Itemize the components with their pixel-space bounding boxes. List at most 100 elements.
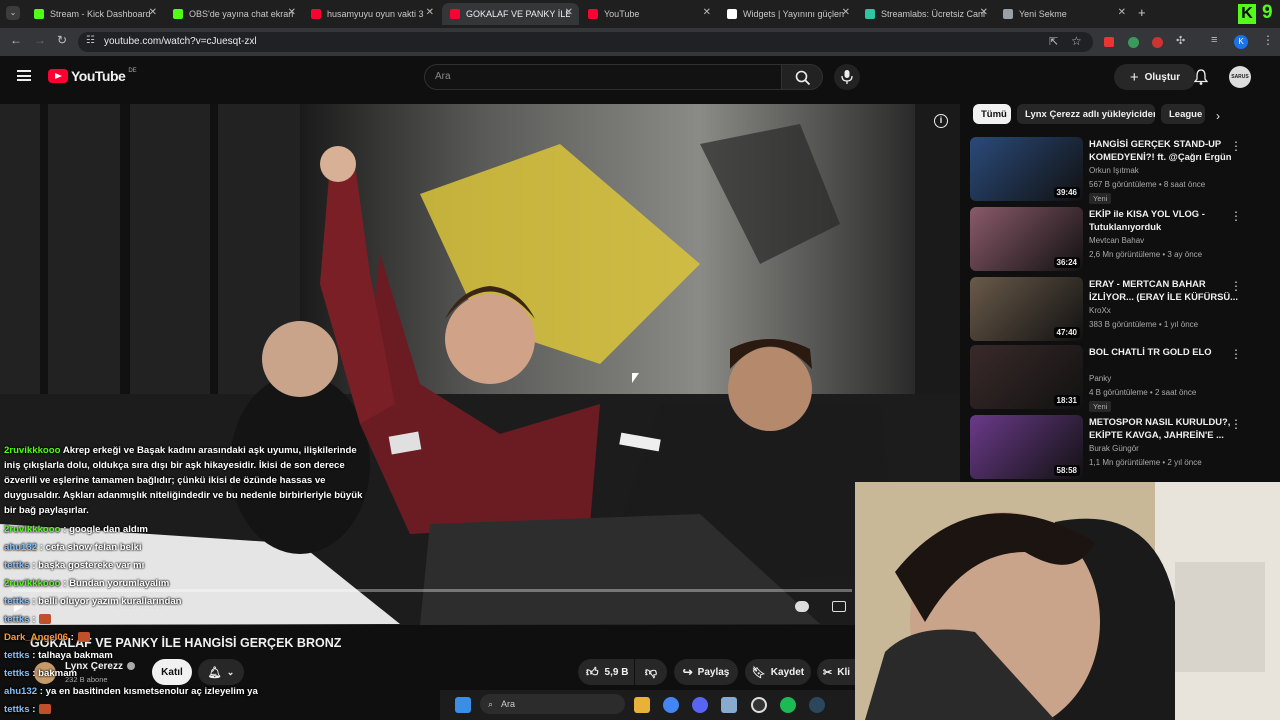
autoplay-toggle-icon[interactable]	[795, 601, 809, 612]
voice-search-button[interactable]	[834, 64, 860, 90]
extension-green-icon[interactable]	[1128, 37, 1139, 48]
spotify-icon[interactable]	[780, 697, 796, 713]
chrome-icon[interactable]	[663, 697, 679, 713]
new-tab-button[interactable]: +	[1138, 5, 1146, 20]
recommendation-title[interactable]: METOSPOR NASIL KURULDU?, EKİPTE KAVGA, J…	[1089, 415, 1239, 441]
close-tab-icon[interactable]: ✕	[1118, 7, 1126, 18]
join-button[interactable]: Katıl	[152, 659, 192, 685]
extension-record-icon[interactable]	[1152, 37, 1163, 48]
file-explorer-icon[interactable]	[634, 697, 650, 713]
search-button[interactable]	[781, 64, 823, 90]
tab-favicon-icon	[588, 9, 598, 19]
recommendation-item[interactable]: 58:58 METOSPOR NASIL KURULDU?, EKİPTE KAV…	[970, 415, 1262, 479]
video-frame	[0, 104, 960, 625]
recommendation-thumbnail[interactable]: 39:46	[970, 137, 1083, 201]
app-icon[interactable]	[721, 697, 737, 713]
extensions-puzzle-icon[interactable]: ✣	[1176, 34, 1185, 47]
close-tab-icon[interactable]: ✕	[426, 7, 434, 18]
filter-chip[interactable]: Lynx Çerezz adlı yükleyiciden	[1017, 104, 1155, 124]
youtube-logo-text: YouTube	[71, 68, 126, 84]
hamburger-menu-icon[interactable]	[17, 70, 31, 81]
browser-tab[interactable]: Streamlabs: Ücretsiz Canl ✕	[857, 3, 994, 25]
close-tab-icon[interactable]: ✕	[842, 7, 850, 18]
browser-tab[interactable]: Stream - Kick Dashboard ✕	[26, 3, 163, 25]
profile-avatar[interactable]: K	[1234, 35, 1248, 49]
install-app-icon[interactable]: ⇱	[1049, 35, 1058, 48]
recommendation-thumbnail[interactable]: 36:24	[970, 207, 1083, 271]
youtube-logo[interactable]: YouTube DE	[48, 68, 137, 84]
taskbar-search[interactable]: ⌕ Ara	[480, 694, 625, 714]
notifications-bell-icon[interactable]	[1194, 69, 1208, 85]
video-info-icon[interactable]: i	[934, 114, 948, 128]
discord-icon[interactable]	[692, 697, 708, 713]
recommendation-item[interactable]: 36:24 EKİP ile KISA YOL VLOG - Tutuklanıy…	[970, 207, 1262, 271]
video-progress-bar[interactable]	[12, 589, 852, 592]
filter-chip[interactable]: Tümü	[973, 104, 1011, 124]
chat-message: tettks : başka gostereke var mı	[4, 560, 144, 571]
browser-tab[interactable]: Widgets | Yayınını güçlen ✕	[719, 3, 856, 25]
filter-chip[interactable]: League o	[1161, 104, 1205, 124]
more-options-icon[interactable]: ⋮	[1230, 347, 1242, 361]
recommendation-channel[interactable]: Panky	[1089, 374, 1111, 383]
browser-tab[interactable]: OBS'de yayına chat ekran ✕	[165, 3, 302, 25]
browser-tab[interactable]: husamyuyu oyun vakti 3 ✕	[303, 3, 440, 25]
share-button[interactable]: ↪ Paylaş	[674, 659, 738, 685]
bookmark-star-icon[interactable]: ☆	[1071, 34, 1082, 48]
subtitles-icon[interactable]	[832, 601, 846, 612]
bell-icon: 🔔︎	[207, 666, 222, 679]
more-options-icon[interactable]: ⋮	[1230, 209, 1242, 223]
recommendation-item[interactable]: 18:31 BOL CHATLİ TR GOLD ELO Panky 4 B görü…	[970, 345, 1262, 412]
browser-tab[interactable]: GOKALAF VE PANKY İLE H ✕	[442, 3, 579, 25]
forward-arrow-icon[interactable]: →	[34, 33, 46, 47]
recommendation-channel[interactable]: Orkun Işıtmak	[1089, 166, 1139, 175]
video-player[interactable]: i 0:00 / 40:09	[0, 104, 960, 625]
create-button[interactable]: + Oluştur	[1114, 64, 1196, 90]
subscribe-notifications-button[interactable]: 🔔︎ ⌄	[198, 659, 244, 685]
save-button[interactable]: 🔖︎ Kaydet	[745, 659, 811, 685]
recommendation-channel[interactable]: Mevtcan Bahav	[1089, 236, 1144, 245]
recommendation-title[interactable]: HANGİSİ GERÇEK STAND-UP KOMEDYENİ?! ft. …	[1089, 137, 1239, 163]
tab-search-chevron-icon[interactable]: ⌄	[6, 6, 20, 20]
recommendation-item[interactable]: 47:40 ERAY - MERTCAN BAHAR İZLİYOR... (ER…	[970, 277, 1262, 341]
media-controls-icon[interactable]: ≡	[1211, 34, 1217, 46]
browser-tab[interactable]: Yeni Sekme ✕	[995, 3, 1132, 25]
obs-icon[interactable]	[751, 697, 767, 713]
close-tab-icon[interactable]: ✕	[980, 7, 988, 18]
url-text[interactable]: youtube.com/watch?v=cJuesqt-zxl	[104, 36, 257, 47]
chips-next-arrow-icon[interactable]: ›	[1216, 109, 1220, 123]
site-info-icon[interactable]: ☷	[86, 35, 95, 46]
windows-start-icon[interactable]	[455, 697, 471, 713]
reload-icon[interactable]: ↻	[57, 33, 67, 47]
recommendation-title[interactable]: ERAY - MERTCAN BAHAR İZLİYOR... (ERAY İL…	[1089, 277, 1239, 303]
back-arrow-icon[interactable]: ←	[10, 33, 22, 47]
more-options-icon[interactable]: ⋮	[1230, 279, 1242, 293]
extension-red-icon[interactable]	[1104, 37, 1114, 47]
recommendation-channel[interactable]: KroXx	[1089, 306, 1111, 315]
close-tab-icon[interactable]: ✕	[703, 7, 711, 18]
recommendation-title[interactable]: BOL CHATLİ TR GOLD ELO	[1089, 345, 1239, 358]
recommendation-title[interactable]: EKİP ile KISA YOL VLOG - Tutuklanıyorduk	[1089, 207, 1239, 233]
recommendation-thumbnail[interactable]: 47:40	[970, 277, 1083, 341]
recommendation-channel[interactable]: Burak Güngör	[1089, 444, 1139, 453]
browser-menu-icon[interactable]: ⋮	[1262, 33, 1274, 47]
dislike-button[interactable]: 👎︎	[635, 659, 667, 685]
close-tab-icon[interactable]: ✕	[565, 7, 573, 18]
search-input[interactable]: Ara	[424, 64, 782, 90]
close-tab-icon[interactable]: ✕	[149, 7, 157, 18]
like-button[interactable]: 👍︎ 5,9 B	[578, 659, 634, 685]
chat-text: : google dan aldım	[63, 524, 148, 535]
browser-tab[interactable]: YouTube ✕	[580, 3, 717, 25]
share-arrow-icon: ↪	[682, 665, 693, 679]
recommendation-thumbnail[interactable]: 18:31	[970, 345, 1083, 409]
more-options-icon[interactable]: ⋮	[1230, 139, 1242, 153]
recommendation-thumbnail[interactable]: 58:58	[970, 415, 1083, 479]
recommendation-item[interactable]: 39:46 HANGİSİ GERÇEK STAND-UP KOMEDYENİ?!…	[970, 137, 1262, 204]
account-avatar[interactable]: SARUS	[1229, 66, 1251, 88]
chat-text: : ya en basitinden kısmetsenolur aç izle…	[39, 686, 258, 697]
close-tab-icon[interactable]: ✕	[288, 7, 296, 18]
tab-label: Streamlabs: Ücretsiz Canl	[881, 9, 985, 19]
clip-button[interactable]: ✂ Kli	[817, 659, 855, 685]
more-options-icon[interactable]: ⋮	[1230, 417, 1242, 431]
steam-icon[interactable]	[809, 697, 825, 713]
chat-message: Dark_Angel06 :	[4, 632, 90, 643]
